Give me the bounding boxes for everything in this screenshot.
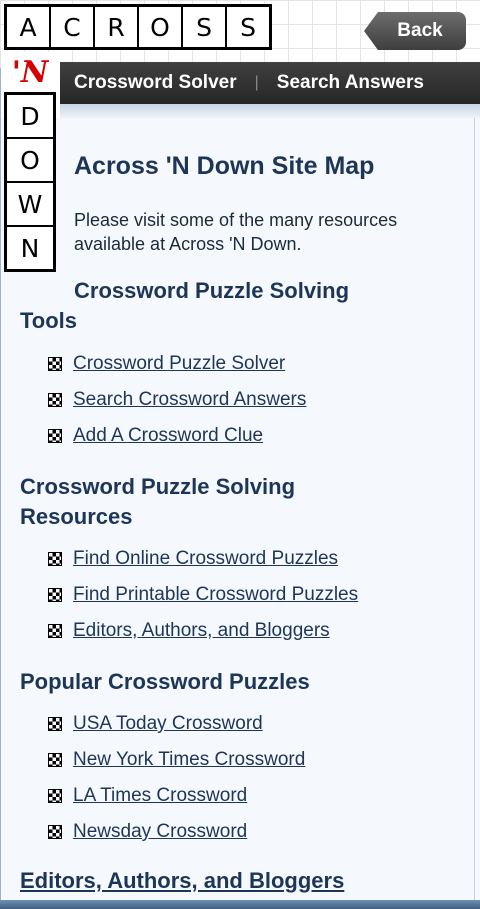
page-title: Across 'N Down Site Map <box>74 152 375 180</box>
right-border <box>474 118 475 909</box>
logo-letter: O <box>139 7 181 47</box>
logo-across[interactable]: A C R O S S <box>4 4 272 50</box>
link-nyt-crossword[interactable]: New York Times Crossword <box>73 749 305 771</box>
list-item: Find Online Crossword Puzzles <box>48 541 358 577</box>
list-item: Search Crossword Answers <box>48 382 306 418</box>
nav-bar: Crossword Solver | Search Answers <box>60 62 480 104</box>
section-title-resources: Crossword Puzzle Solving Resources <box>20 474 296 529</box>
list-item: Newsday Crossword <box>48 814 305 850</box>
checker-bullet-icon <box>48 825 62 839</box>
checker-bullet-icon <box>48 393 62 407</box>
link-add-crossword-clue[interactable]: Add A Crossword Clue <box>73 425 263 447</box>
link-usa-today-crossword[interactable]: USA Today Crossword <box>73 713 263 735</box>
link-editors-authors-bloggers[interactable]: Editors, Authors, and Bloggers <box>73 620 330 642</box>
logo-letter: O <box>7 139 53 181</box>
list-item: Find Printable Crossword Puzzles <box>48 577 358 613</box>
link-find-printable-puzzles[interactable]: Find Printable Crossword Puzzles <box>73 584 358 606</box>
nav-separator: | <box>254 74 259 91</box>
list-item: New York Times Crossword <box>48 742 305 778</box>
link-crossword-puzzle-solver[interactable]: Crossword Puzzle Solver <box>73 353 285 375</box>
logo-down[interactable]: D O W N <box>4 92 56 272</box>
list-item: Editors, Authors, and Bloggers <box>48 613 358 649</box>
section-title-popular: Popular Crossword Puzzles <box>20 669 310 694</box>
back-button[interactable]: Back <box>364 12 466 50</box>
list-item: LA Times Crossword <box>48 778 305 814</box>
checker-bullet-icon <box>48 552 62 566</box>
nav-subbar <box>60 104 480 118</box>
checker-bullet-icon <box>48 717 62 731</box>
tools-list: Crossword Puzzle Solver Search Crossword… <box>48 346 306 454</box>
link-search-crossword-answers[interactable]: Search Crossword Answers <box>73 389 306 411</box>
section-title-tools: Crossword Puzzle Solving Tools <box>20 278 350 333</box>
link-editors-authors-bloggers-section[interactable]: Editors, Authors, and Bloggers <box>20 868 344 894</box>
logo-letter: S <box>227 7 269 47</box>
link-newsday-crossword[interactable]: Newsday Crossword <box>73 821 247 843</box>
bottom-bar <box>0 900 480 909</box>
link-la-times-crossword[interactable]: LA Times Crossword <box>73 785 247 807</box>
checker-bullet-icon <box>48 624 62 638</box>
checker-bullet-icon <box>48 429 62 443</box>
resources-list: Find Online Crossword Puzzles Find Print… <box>48 541 358 649</box>
intro-text: Please visit some of the many resources … <box>74 210 398 254</box>
nav-link-crossword-solver[interactable]: Crossword Solver <box>74 72 237 94</box>
logo-letter: C <box>51 7 93 47</box>
logo-n: 'N <box>8 52 52 92</box>
list-item: Crossword Puzzle Solver <box>48 346 306 382</box>
logo-letter: W <box>7 183 53 225</box>
popular-list: USA Today Crossword New York Times Cross… <box>48 706 305 850</box>
nav-link-search-answers[interactable]: Search Answers <box>277 72 424 94</box>
checker-bullet-icon <box>48 789 62 803</box>
logo-letter: D <box>7 95 53 137</box>
checker-bullet-icon <box>48 588 62 602</box>
link-find-online-puzzles[interactable]: Find Online Crossword Puzzles <box>73 548 338 570</box>
logo-letter: N <box>7 227 53 269</box>
list-item: USA Today Crossword <box>48 706 305 742</box>
list-item: Add A Crossword Clue <box>48 418 306 454</box>
logo-letter: R <box>95 7 137 47</box>
logo-letter: S <box>183 7 225 47</box>
checker-bullet-icon <box>48 753 62 767</box>
checker-bullet-icon <box>48 357 62 371</box>
left-border <box>0 68 1 909</box>
logo-letter: A <box>7 7 49 47</box>
